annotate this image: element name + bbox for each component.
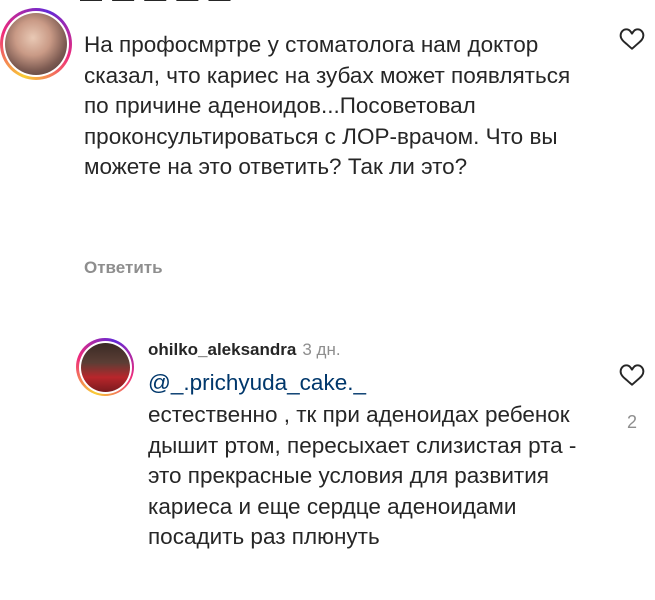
- avatar[interactable]: [0, 8, 72, 80]
- timestamp: 3 дн.: [302, 340, 341, 359]
- heart-outline-icon[interactable]: [618, 26, 646, 52]
- avatar[interactable]: [76, 338, 134, 396]
- avatar-photo: [80, 342, 130, 392]
- username-link[interactable]: ohilko_aleksandra: [148, 340, 296, 359]
- reply-button[interactable]: Ответить: [84, 258, 163, 278]
- avatar-photo: [5, 13, 67, 75]
- heart-outline-icon[interactable]: [618, 362, 646, 388]
- clipped-username-line: — — — — —: [80, 0, 232, 12]
- mention-link[interactable]: @_.prichyuda_cake._: [148, 370, 366, 396]
- like-count[interactable]: 2: [627, 412, 637, 433]
- comment-text: естественно , тк при аденоидах ребенок д…: [148, 402, 577, 549]
- comment-text: На профосмртре у стоматолога нам доктор …: [84, 32, 571, 179]
- comment-header: ohilko_aleksandra 3 дн.: [148, 340, 341, 360]
